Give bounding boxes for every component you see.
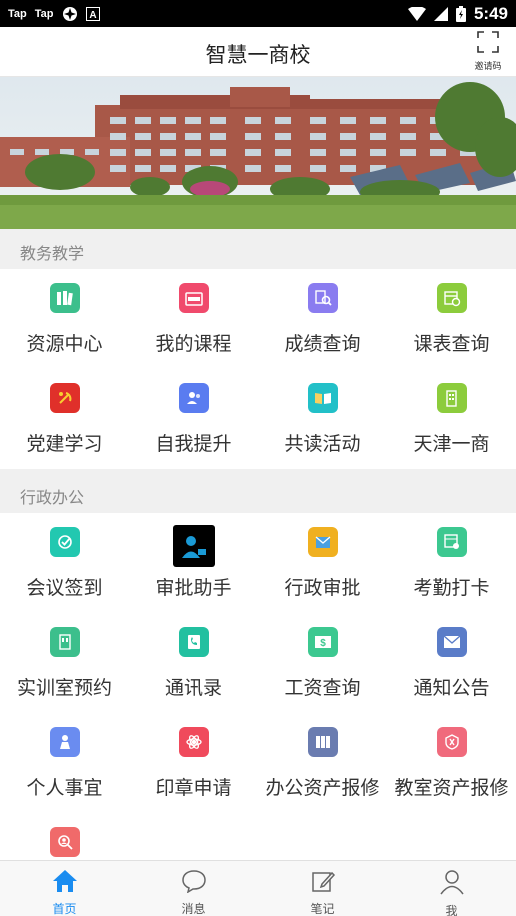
menu-label: 自我提升 [155,434,232,455]
menu-label: 考勤打卡 [413,578,490,599]
office-asset-icon [307,727,338,757]
section-grid-academic: 资源中心 我的课程 成绩查询 课表查询 党建学习 自我提升 共读活动 天津一商 [0,269,516,469]
svg-text:A: A [89,10,96,21]
menu-label: 工资查询 [284,678,361,699]
menu-label: 教室资产报修 [394,778,509,799]
menu-label: 办公资产报修 [265,778,380,799]
tab-me[interactable]: 我 [387,861,516,916]
campus-building-image [0,77,516,229]
menu-label: 党建学习 [26,434,103,455]
menu-office-asset-repair[interactable]: 办公资产报修 [258,713,387,813]
checkin-icon [49,527,80,557]
menu-approval-assistant[interactable]: 审批助手 [129,513,258,613]
books-icon [49,283,80,313]
approver-icon [172,525,215,567]
menu-schedule-query[interactable]: 课表查询 [387,269,516,369]
tab-label: 我 [445,904,458,916]
menu-label: 实训室预约 [16,678,112,699]
menu-party-study[interactable]: 党建学习 [0,369,129,469]
menu-label: 行政审批 [284,578,361,599]
menu-label: 共读活动 [284,434,361,455]
salary-icon: $ [307,627,338,657]
calendar-icon [436,283,467,313]
attendance-icon [436,527,467,557]
campus-banner[interactable] [0,77,516,229]
menu-notice[interactable]: 通知公告 [387,613,516,713]
message-icon [181,869,207,898]
menu-label: 成绩查询 [284,334,361,355]
menu-contacts[interactable]: 通讯录 [129,613,258,713]
section-title-academic: 教务教学 [20,246,85,263]
invite-code-label: 邀请码 [474,61,502,71]
menu-label: 通知公告 [413,678,490,699]
menu-attendance[interactable]: 考勤打卡 [387,513,516,613]
menu-label: 通讯录 [164,678,222,699]
tab-label: 笔记 [310,902,335,916]
party-icon [49,383,80,413]
app-a-icon: A [85,6,100,21]
wifi-icon [407,6,426,21]
menu-salary-query[interactable]: $ 工资查询 [258,613,387,713]
seal-icon [178,727,209,757]
menu-label: 审批助手 [155,578,232,599]
status-tap-label-1: Tap [8,7,27,20]
notice-mail-icon [436,627,467,657]
note-edit-icon [310,869,336,898]
menu-seal-application[interactable]: 印章申请 [129,713,258,813]
phone-book-icon [178,627,209,657]
section-title-admin: 行政办公 [20,490,85,507]
signal-icon [433,6,448,21]
search-doc-icon [307,283,338,313]
menu-self-improvement[interactable]: 自我提升 [129,369,258,469]
menu-label: 个人事宜 [26,778,103,799]
menu-label: 我的课程 [155,334,232,355]
menu-my-courses[interactable]: 我的课程 [129,269,258,369]
user-icon [439,869,465,900]
pinwheel-icon [62,6,78,22]
status-time: 5:49 [473,3,508,23]
status-tap-label-2: Tap [34,7,54,20]
book-open-icon [307,383,338,413]
menu-lab-reservation[interactable]: 实训室预约 [0,613,129,713]
scan-frame-icon [477,31,499,58]
tab-home[interactable]: 首页 [0,861,129,916]
menu-label: 印章申请 [155,778,232,799]
lab-icon [49,627,80,657]
home-icon [52,869,78,898]
invite-code-button[interactable]: 邀请码 [472,31,504,72]
tab-label: 首页 [52,902,77,916]
app-header: 智慧一商校 邀请码 [0,27,516,77]
menu-label: 天津一商 [413,434,490,455]
svg-text:$: $ [320,638,326,649]
tab-messages[interactable]: 消息 [129,861,258,916]
menu-label: 课表查询 [413,334,490,355]
menu-classroom-asset-repair[interactable]: 教室资产报修 [387,713,516,813]
section-header-admin: 行政办公 [0,473,516,513]
bottom-tab-bar: 首页 消息 笔记 我 [0,860,516,916]
section-grid-admin: 会议签到 审批助手 行政审批 考勤打卡 实训室预约 通讯录 $ 工资查询 通知公… [0,513,516,860]
building-icon [436,383,467,413]
menu-admin-approval[interactable]: 行政审批 [258,513,387,613]
person-icon [49,727,80,757]
menu-grade-query[interactable]: 成绩查询 [258,269,387,369]
mail-stack-icon [307,527,338,557]
menu-personal-affairs[interactable]: 个人事宜 [0,713,129,813]
menu-reading-activity[interactable]: 共读活动 [258,369,387,469]
menu-resource-center[interactable]: 资源中心 [0,269,129,369]
search-person-icon [49,827,80,857]
page-title: 智慧一商校 [205,44,311,67]
menu-label: 资源中心 [26,334,103,355]
users-icon [178,383,209,413]
classroom-asset-icon [436,727,467,757]
section-header-academic: 教务教学 [0,229,516,269]
status-bar: Tap Tap A 5:49 [0,0,516,27]
menu-label: 会议签到 [26,578,103,599]
menu-tianjin-yishang[interactable]: 天津一商 [387,369,516,469]
tab-label: 消息 [181,902,206,916]
tab-notes[interactable]: 笔记 [258,861,387,916]
course-icon [178,283,209,313]
menu-meeting-checkin[interactable]: 会议签到 [0,513,129,613]
battery-icon [455,5,466,22]
